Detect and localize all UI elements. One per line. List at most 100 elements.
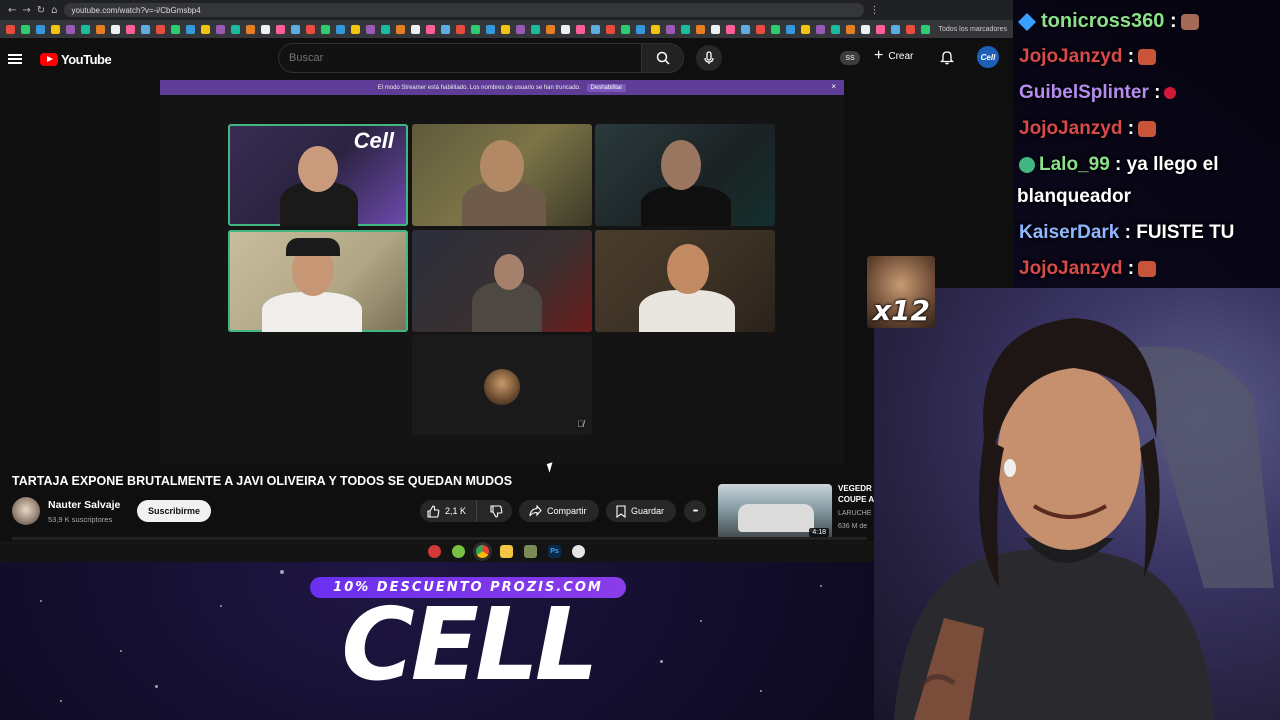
- bookmark-favicon-icon[interactable]: [96, 24, 105, 34]
- bookmark-favicon-icon[interactable]: [126, 24, 135, 34]
- bookmark-favicon-icon[interactable]: [381, 24, 390, 34]
- forward-icon[interactable]: →: [22, 5, 30, 16]
- bookmark-favicon-icon[interactable]: [576, 24, 585, 34]
- bookmark-favicon-icon[interactable]: [861, 24, 870, 34]
- bookmark-favicon-icon[interactable]: [36, 24, 45, 34]
- close-icon[interactable]: ×: [831, 82, 836, 91]
- subscribe-button[interactable]: Suscribirme: [137, 500, 211, 522]
- bookmark-favicon-icon[interactable]: [6, 24, 15, 34]
- bookmark-favicon-icon[interactable]: [591, 24, 600, 34]
- participant-tile[interactable]: [595, 124, 775, 226]
- bookmark-favicon-icon[interactable]: [891, 24, 900, 34]
- bookmark-favicon-icon[interactable]: [786, 24, 795, 34]
- chrome-icon[interactable]: [476, 545, 489, 558]
- bookmark-favicon-icon[interactable]: [531, 24, 540, 34]
- bookmark-favicon-icon[interactable]: [756, 24, 765, 34]
- like-button[interactable]: 2,1 K: [420, 500, 477, 522]
- participant-tile[interactable]: [412, 230, 592, 332]
- game-icon[interactable]: [524, 545, 537, 558]
- search-button[interactable]: [642, 43, 684, 73]
- bookmark-favicon-icon[interactable]: [561, 24, 570, 34]
- participant-tile[interactable]: [412, 124, 592, 226]
- bookmark-favicon-icon[interactable]: [396, 24, 405, 34]
- participant-tile[interactable]: [595, 230, 775, 332]
- bookmark-favicon-icon[interactable]: [111, 24, 120, 34]
- bookmark-favicon-icon[interactable]: [51, 24, 60, 34]
- bookmark-favicon-icon[interactable]: [201, 24, 210, 34]
- bookmark-favicon-icon[interactable]: [336, 24, 345, 34]
- back-icon[interactable]: ←: [8, 5, 16, 16]
- reload-icon[interactable]: ↻: [37, 5, 45, 16]
- bookmark-favicon-icon[interactable]: [876, 24, 885, 34]
- bookmark-favicon-icon[interactable]: [801, 24, 810, 34]
- bookmark-favicon-icon[interactable]: [21, 24, 30, 34]
- bookmark-favicon-icon[interactable]: [726, 24, 735, 34]
- address-bar[interactable]: youtube.com/watch?v=-i/CbGmsbp4: [63, 3, 864, 17]
- ss-badge[interactable]: SS: [840, 51, 860, 65]
- bookmark-favicon-icon[interactable]: [501, 24, 510, 34]
- bookmark-favicon-icon[interactable]: [606, 24, 615, 34]
- app-icon[interactable]: [572, 545, 585, 558]
- bookmark-favicon-icon[interactable]: [846, 24, 855, 34]
- bookmark-favicon-icon[interactable]: [471, 24, 480, 34]
- recommended-video-thumbnail[interactable]: 4:18: [718, 484, 832, 540]
- bookmark-favicon-icon[interactable]: [771, 24, 780, 34]
- bookmark-favicon-icon[interactable]: [696, 24, 705, 34]
- bookmark-favicon-icon[interactable]: [306, 24, 315, 34]
- bookmark-favicon-icon[interactable]: [171, 24, 180, 34]
- bookmark-favicon-icon[interactable]: [546, 24, 555, 34]
- bookmark-favicon-icon[interactable]: [231, 24, 240, 34]
- bookmark-favicon-icon[interactable]: [291, 24, 300, 34]
- channel-avatar[interactable]: [12, 497, 40, 525]
- channel-name[interactable]: Nauter Salvaje: [48, 499, 120, 511]
- home-icon[interactable]: ⌂: [51, 5, 57, 16]
- notifications-button[interactable]: [939, 49, 955, 70]
- bookmark-favicon-icon[interactable]: [636, 24, 645, 34]
- youtube-logo-icon[interactable]: [40, 52, 58, 66]
- participant-tile[interactable]: Cell: [228, 124, 408, 226]
- bookmark-favicon-icon[interactable]: [66, 24, 75, 34]
- bookmark-favicon-icon[interactable]: [411, 24, 420, 34]
- bookmark-favicon-icon[interactable]: [246, 24, 255, 34]
- record-app-icon[interactable]: [428, 545, 441, 558]
- bookmark-favicon-icon[interactable]: [216, 24, 225, 34]
- bookmark-favicon-icon[interactable]: [156, 24, 165, 34]
- more-actions-button[interactable]: •••: [684, 500, 706, 522]
- bookmark-favicon-icon[interactable]: [186, 24, 195, 34]
- bookmark-favicon-icon[interactable]: [666, 24, 675, 34]
- bookmark-favicon-icon[interactable]: [426, 24, 435, 34]
- participant-tile[interactable]: [228, 230, 408, 332]
- share-button[interactable]: Compartir: [519, 500, 599, 522]
- bookmark-favicon-icon[interactable]: [276, 24, 285, 34]
- bookmark-favicon-icon[interactable]: [81, 24, 90, 34]
- save-button[interactable]: Guardar: [606, 500, 676, 522]
- bookmark-favicon-icon[interactable]: [516, 24, 525, 34]
- bookmark-favicon-icon[interactable]: [261, 24, 270, 34]
- video-player[interactable]: El modo Streamer está habilitado. Los no…: [160, 80, 844, 464]
- youtube-wordmark[interactable]: YouTube: [61, 52, 112, 67]
- create-button[interactable]: + Crear: [874, 48, 913, 64]
- menu-icon[interactable]: [8, 54, 22, 64]
- disable-streamer-button[interactable]: Deshabilitar: [586, 83, 627, 92]
- photoshop-icon[interactable]: Ps: [548, 545, 561, 558]
- bookmark-favicon-icon[interactable]: [456, 24, 465, 34]
- recommended-video-title[interactable]: VEGEDR COUPE A: [838, 483, 874, 505]
- recommended-channel[interactable]: LARUCHE: [838, 510, 874, 517]
- search-input[interactable]: [278, 43, 642, 73]
- bookmark-favicon-icon[interactable]: [921, 24, 930, 34]
- bookmark-favicon-icon[interactable]: [486, 24, 495, 34]
- folder-icon[interactable]: [500, 545, 513, 558]
- bookmark-favicon-icon[interactable]: [651, 24, 660, 34]
- voice-search-button[interactable]: [696, 45, 722, 71]
- bookmark-favicon-icon[interactable]: [741, 24, 750, 34]
- bookmark-favicon-icon[interactable]: [621, 24, 630, 34]
- bookmark-favicon-icon[interactable]: [816, 24, 825, 34]
- account-avatar[interactable]: Cell: [977, 46, 999, 68]
- bookmark-favicon-icon[interactable]: [711, 24, 720, 34]
- horizontal-scrollbar[interactable]: [12, 537, 867, 540]
- all-bookmarks-folder[interactable]: Todos los marcadores: [939, 26, 1007, 33]
- bookmark-favicon-icon[interactable]: [906, 24, 915, 34]
- dislike-button[interactable]: [482, 500, 512, 522]
- spotify-icon[interactable]: [452, 545, 465, 558]
- extensions-icon[interactable]: ⋮: [870, 5, 880, 16]
